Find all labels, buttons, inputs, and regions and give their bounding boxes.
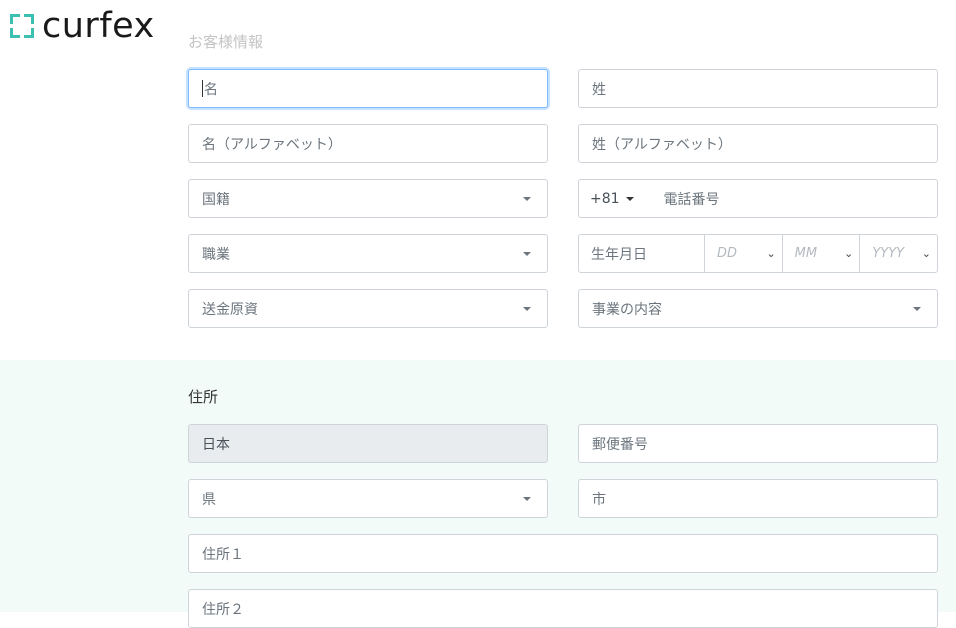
country-code-value: +81 (590, 190, 620, 207)
fund-source-placeholder: 送金原資 (202, 301, 258, 318)
caret-down-icon (523, 496, 531, 501)
last-name-placeholder: 姓 (592, 81, 606, 98)
first-name-alpha-input[interactable]: 名（アルファベット） (188, 124, 548, 163)
postal-code-input[interactable]: 郵便番号 (578, 424, 938, 463)
first-name-alpha-placeholder: 名（アルファベット） (202, 136, 342, 153)
caret-down-icon (523, 306, 531, 311)
postal-code-placeholder: 郵便番号 (592, 436, 648, 453)
country-field: 日本 (188, 424, 548, 463)
dob-label: 生年月日 (579, 235, 705, 272)
dob-day-select[interactable]: DD ⌄ (705, 235, 783, 272)
text-cursor (202, 80, 203, 97)
date-of-birth-field: 生年月日 DD ⌄ MM ⌄ YYYY ⌄ (578, 234, 938, 273)
city-input[interactable]: 市 (578, 479, 938, 518)
last-name-alpha-placeholder: 姓（アルファベット） (592, 136, 732, 153)
phone-number-placeholder: 電話番号 (663, 191, 720, 208)
first-name-input[interactable]: 名 (188, 69, 548, 108)
address-line-2-input[interactable]: 住所２ (188, 589, 938, 628)
caret-down-icon (625, 196, 634, 201)
nationality-placeholder: 国籍 (202, 191, 230, 208)
dob-day-value: DD (717, 246, 738, 261)
dob-month-value: MM (794, 246, 818, 261)
first-name-placeholder: 名 (204, 81, 218, 98)
fund-source-select[interactable]: 送金原資 (188, 289, 548, 328)
occupation-select[interactable]: 職業 (188, 234, 548, 273)
dob-year-select[interactable]: YYYY ⌄ (860, 235, 937, 272)
last-name-alpha-input[interactable]: 姓（アルファベット） (578, 124, 938, 163)
chevron-down-icon: ⌄ (844, 247, 854, 260)
chevron-down-icon: ⌄ (766, 247, 776, 260)
prefecture-select[interactable]: 県 (188, 479, 548, 518)
address-line-2-placeholder: 住所２ (202, 602, 244, 618)
country-code-select[interactable]: +81 (579, 191, 644, 207)
caret-down-icon (523, 196, 531, 201)
address-title: 住所 (188, 388, 219, 406)
business-type-placeholder: 事業の内容 (592, 301, 662, 318)
chevron-down-icon: ⌄ (921, 247, 932, 260)
logo-text: curfex (42, 6, 155, 46)
dob-month-select[interactable]: MM ⌄ (783, 235, 861, 272)
curfex-logo-mark-icon (10, 14, 34, 38)
last-name-input[interactable]: 姓 (578, 69, 938, 108)
phone-field[interactable]: +81 電話番号 (578, 179, 938, 218)
business-type-select[interactable]: 事業の内容 (578, 289, 938, 328)
address-line-1-input[interactable]: 住所１ (188, 534, 938, 573)
caret-down-icon (523, 251, 531, 256)
customer-info-title: お客様情報 (188, 33, 264, 51)
city-placeholder: 市 (592, 491, 606, 508)
prefecture-placeholder: 県 (202, 491, 216, 508)
address-line-1-placeholder: 住所１ (202, 546, 244, 563)
occupation-placeholder: 職業 (202, 246, 230, 263)
country-value: 日本 (202, 436, 230, 453)
curfex-logo[interactable]: curfex (10, 8, 155, 44)
dob-year-value: YYYY (872, 246, 905, 261)
nationality-select[interactable]: 国籍 (188, 179, 548, 218)
caret-down-icon (913, 306, 921, 311)
